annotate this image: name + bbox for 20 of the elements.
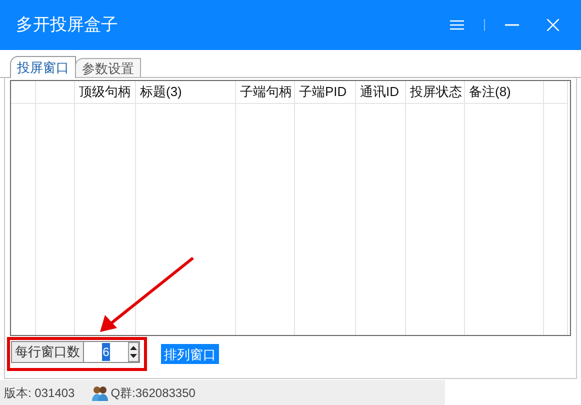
minimize-icon[interactable] — [505, 24, 519, 26]
window-title: 多开投屏盒子 — [16, 14, 118, 36]
arrange-button[interactable]: 排列窗口 — [161, 344, 219, 364]
column-header[interactable]: 顶级句柄 — [75, 81, 135, 104]
tab[interactable]: 参数设置 — [75, 58, 141, 77]
people-icon — [90, 384, 109, 402]
close-icon[interactable] — [547, 19, 559, 31]
qq-group-text: Q群:362083350 — [110, 384, 196, 402]
spin-arrows-icon[interactable] — [128, 342, 139, 362]
column-header[interactable]: 子端PID — [295, 81, 355, 104]
menu-icon[interactable] — [450, 20, 464, 30]
version-text: 版本: 031403 — [4, 384, 75, 402]
column-header[interactable]: 备注(8) — [465, 81, 543, 104]
per-row-spinbox[interactable]: 6 — [84, 341, 140, 363]
column-header[interactable]: 子端句柄 — [236, 81, 294, 104]
per-row-label: 每行窗口数 — [11, 341, 84, 363]
tab[interactable]: 投屏窗口 — [10, 56, 76, 78]
column-header[interactable]: 投屏状态 — [406, 81, 464, 104]
column-header[interactable]: 标题(3) — [136, 81, 235, 104]
column-header[interactable]: 通讯ID — [356, 81, 405, 104]
